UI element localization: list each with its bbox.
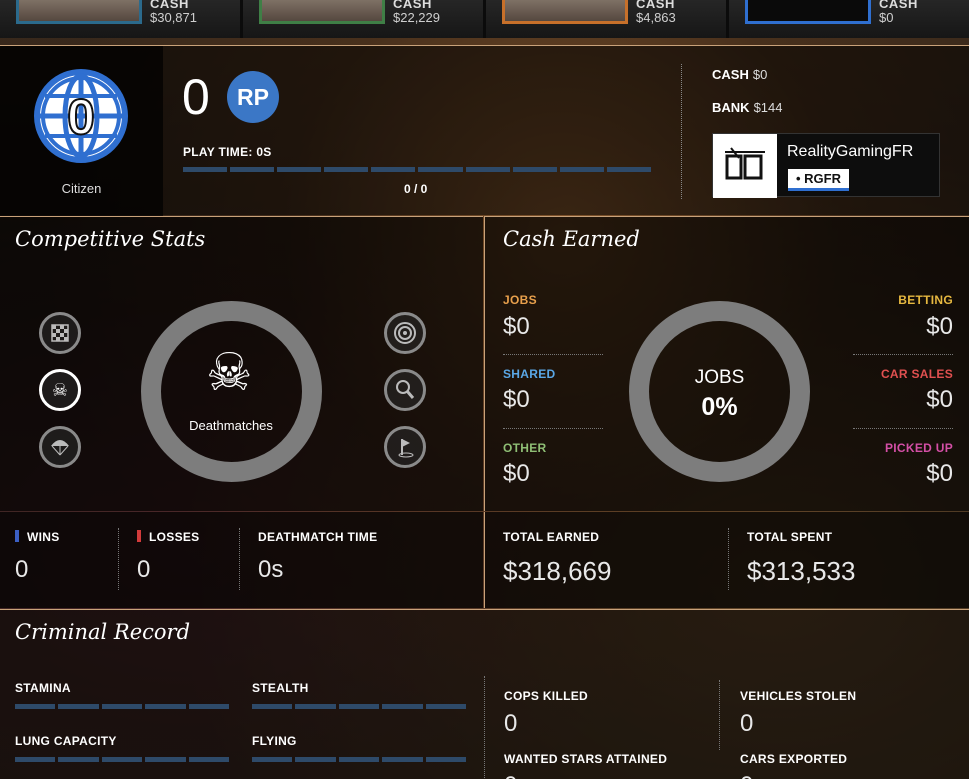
cash-category-label: BETTING [898,293,953,307]
skill-label: STAMINA [15,681,71,695]
tennis-racket-icon[interactable] [384,369,426,411]
cash-label: CASH [712,67,749,82]
selected-mode-label: Deathmatches [189,418,273,433]
skull-icon[interactable]: ☠ [39,369,81,411]
player-header: 0 Citizen 0 RP PLAY TIME: 0S 0 / 0 CASH $… [0,45,969,216]
crew-member-card[interactable]: CASH $30,871 [0,0,240,38]
rank-number: 0 [66,88,96,146]
crew-member-card[interactable]: CASH $0 [729,0,969,38]
parachute-icon[interactable] [39,426,81,468]
rp-badge: RP [227,71,279,123]
cash-row: CASH $0 [712,67,767,82]
race-flag-icon[interactable] [39,312,81,354]
crew-member-strip: CASH $30,871 CASH $22,229 CASH $4,863 CA… [0,0,969,38]
target-icon[interactable] [384,312,426,354]
skill-label: FLYING [252,734,297,748]
cash-category-label: PICKED UP [884,441,953,455]
skull-icon: ☠ [206,344,253,402]
crew-member-cash-value: $30,871 [150,10,197,25]
competitive-stats-panel: Competitive Stats ☠ ☠ Deathmatches [0,216,483,511]
cash-category-value: $0 [503,386,530,413]
criminal-stat-value: 0 [504,710,518,737]
cash-category-value: $0 [926,313,953,340]
rp-value: 0 [182,69,210,125]
criminal-stat-label: COPS KILLED [504,689,588,703]
bank-row: BANK $144 [712,100,782,115]
deathmatch-time-label: DEATHMATCH TIME [258,530,378,544]
skill-bar [252,757,467,762]
cash-category-label: OTHER [503,441,547,455]
play-time: PLAY TIME: 0S [183,145,272,159]
competitive-results: WINS 0 LOSSES 0 DEATHMATCH TIME 0s [0,512,483,608]
skill-bar [15,757,230,762]
criminal-stat-label: CARS EXPORTED [740,752,848,766]
criminal-stat-label: WANTED STARS ATTAINED [504,752,668,766]
total-earned-label: TOTAL EARNED [503,530,600,544]
wins-marker [15,530,19,542]
criminal-stat-value: 0 [504,772,517,779]
cash-category-value: $0 [503,313,530,340]
cash-category-label: JOBS [503,293,537,307]
crew-emblem[interactable]: RealityGamingFR • RGFR [712,133,940,198]
criminal-stat-value: 0 [740,772,753,779]
skill-bar [252,704,467,709]
crew-member-card[interactable]: CASH $4,863 [486,0,726,38]
bank-value: $144 [753,100,783,115]
cash-category-value: $0 [503,460,530,487]
wins-label: WINS [15,530,60,544]
total-earned-value: $318,669 [503,556,612,586]
section-title: Competitive Stats [15,227,206,251]
divider [681,64,682,199]
crew-tag: • RGFR [788,169,849,191]
rank-title: Citizen [61,181,102,196]
crew-member-card[interactable]: CASH $22,229 [243,0,483,38]
avatar [259,0,385,24]
cash-value: $0 [752,67,768,82]
avatar [745,0,871,24]
crew-name: RealityGamingFR [787,143,914,160]
losses-value: 0 [137,556,151,583]
golf-flag-icon[interactable] [384,426,426,468]
losses-marker [137,530,141,542]
cash-totals: TOTAL EARNED $318,669 TOTAL SPENT $313,5… [484,512,969,608]
bank-label: BANK [712,100,750,115]
total-spent-value: $313,533 [747,556,856,586]
rank-box: 0 Citizen [0,46,163,216]
total-spent-label: TOTAL SPENT [747,530,833,544]
avatar [16,0,142,24]
criminal-stat-label: VEHICLES STOLEN [740,689,857,703]
avatar [502,0,628,24]
cash-category-label: CAR SALES [880,367,953,381]
crew-logo-icon [713,134,777,198]
xp-count: 0 / 0 [404,182,428,196]
criminal-stat-value: 0 [740,710,754,737]
cash-category-value: $0 [926,460,953,487]
crew-member-cash-value: $0 [879,10,894,25]
section-title: Criminal Record [15,620,191,644]
skill-label: LUNG CAPACITY [15,734,117,748]
section-title: Cash Earned [503,227,640,251]
losses-label: LOSSES [137,530,199,544]
cash-earned-panel: Cash Earned JOBS $0 SHARED $0 OTHER $0 B… [484,216,969,511]
cash-category-value: $0 [926,386,953,413]
cash-ring-label: JOBS [694,367,745,388]
xp-progress-bar [183,167,651,172]
cash-ring-percent: 0% [701,393,738,421]
cash-ring [629,301,810,482]
deathmatch-time-value: 0s [258,556,284,583]
criminal-record-panel: Criminal Record STAMINA STEALTH LUNG CAP… [0,609,969,779]
skill-bar [15,704,230,709]
crew-member-cash-value: $4,863 [636,10,676,25]
crew-member-cash-value: $22,229 [393,10,440,25]
skill-label: STEALTH [252,681,309,695]
wins-value: 0 [15,556,29,583]
cash-category-label: SHARED [503,367,556,381]
